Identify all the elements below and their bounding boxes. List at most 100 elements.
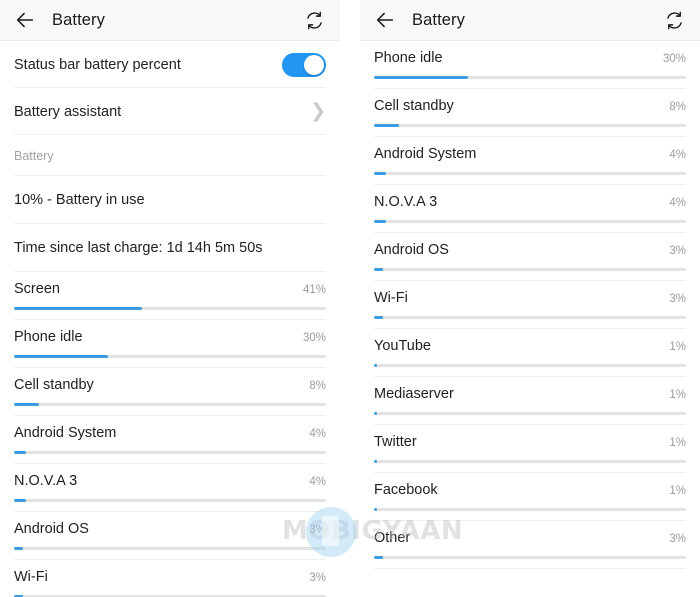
- left-usage-list: Screen 41% Phone idle 30% Cell standby 8% Andr…: [0, 272, 340, 597]
- usage-percent: 4%: [309, 476, 326, 488]
- right-app-bar: Battery: [360, 0, 700, 41]
- usage-row-header: Screen 41%: [14, 281, 326, 301]
- section-title: Battery: [14, 148, 54, 163]
- usage-progress-fill: [374, 364, 378, 367]
- usage-progress-fill: [14, 307, 142, 310]
- usage-row[interactable]: Cell standby 8%: [0, 368, 340, 416]
- usage-progress-track: [14, 403, 326, 406]
- usage-percent: 3%: [669, 533, 686, 545]
- back-arrow-icon[interactable]: [372, 7, 398, 33]
- battery-assistant-label: Battery assistant: [14, 103, 122, 120]
- usage-row[interactable]: Facebook 1%: [360, 473, 700, 521]
- usage-row-header: Android System 4%: [374, 146, 686, 166]
- right-usage-list: Phone idle 30% Cell standby 8% Android Syste…: [360, 41, 700, 569]
- usage-progress-fill: [374, 76, 468, 79]
- usage-progress-fill: [374, 460, 378, 463]
- usage-row[interactable]: Other 3%: [360, 521, 700, 569]
- battery-status-text: 10% - Battery in use: [14, 192, 145, 208]
- usage-percent: 1%: [669, 341, 686, 353]
- usage-percent: 4%: [669, 197, 686, 209]
- battery-section-header: Battery: [0, 135, 340, 176]
- usage-percent: 30%: [302, 332, 326, 344]
- usage-row-header: Phone idle 30%: [374, 50, 686, 70]
- usage-name: Phone idle: [14, 329, 83, 345]
- refresh-icon[interactable]: [662, 8, 686, 32]
- panel-gap: [340, 0, 360, 597]
- usage-percent: 3%: [309, 572, 326, 584]
- usage-row[interactable]: N.O.V.A 3 4%: [360, 185, 700, 233]
- usage-progress-track: [14, 451, 326, 454]
- usage-name: Cell standby: [14, 377, 94, 393]
- usage-row[interactable]: Android System 4%: [360, 137, 700, 185]
- usage-progress-track: [374, 268, 686, 271]
- page-title: Battery: [412, 10, 465, 29]
- usage-row[interactable]: Wi-Fi 3%: [0, 560, 340, 597]
- usage-row-header: N.O.V.A 3 4%: [374, 194, 686, 214]
- left-app-bar: Battery: [0, 0, 340, 41]
- chevron-right-icon: ❯: [310, 100, 326, 122]
- usage-percent: 4%: [669, 149, 686, 161]
- usage-percent: 3%: [309, 524, 326, 536]
- usage-progress-track: [14, 499, 326, 502]
- usage-row[interactable]: Android System 4%: [0, 416, 340, 464]
- usage-progress-fill: [374, 268, 384, 271]
- usage-row[interactable]: Phone idle 30%: [360, 41, 700, 89]
- usage-row-header: Cell standby 8%: [374, 98, 686, 118]
- usage-row-header: Android OS 3%: [374, 242, 686, 262]
- back-arrow-icon[interactable]: [12, 7, 38, 33]
- usage-row[interactable]: Android OS 3%: [360, 233, 700, 281]
- toggle-knob: [304, 54, 324, 75]
- usage-name: Wi-Fi: [14, 569, 48, 585]
- usage-progress-track: [14, 307, 326, 310]
- usage-progress-fill: [14, 451, 27, 454]
- usage-percent: 3%: [669, 293, 686, 305]
- usage-row[interactable]: Screen 41%: [0, 272, 340, 320]
- usage-progress-track: [374, 172, 686, 175]
- usage-percent: 1%: [669, 485, 686, 497]
- usage-row[interactable]: YouTube 1%: [360, 329, 700, 377]
- usage-row[interactable]: Mediaserver 1%: [360, 377, 700, 425]
- right-battery-screen: Battery Phone idle 30% Cell standby 8% Andro…: [360, 0, 700, 597]
- usage-progress-fill: [374, 556, 384, 559]
- usage-row-header: YouTube 1%: [374, 338, 686, 358]
- usage-row-header: Android OS 3%: [14, 521, 326, 541]
- usage-progress-track: [374, 124, 686, 127]
- usage-row[interactable]: Phone idle 30%: [0, 320, 340, 368]
- usage-percent: 1%: [669, 437, 686, 449]
- usage-name: N.O.V.A 3: [374, 194, 438, 210]
- usage-name: Android System: [374, 146, 477, 162]
- usage-name: Cell standby: [374, 98, 454, 114]
- usage-percent: 30%: [662, 53, 686, 65]
- status-bar-battery-percent-toggle[interactable]: [282, 52, 326, 77]
- usage-progress-fill: [14, 403, 39, 406]
- usage-percent: 8%: [309, 380, 326, 392]
- usage-progress-fill: [14, 355, 108, 358]
- usage-percent: 4%: [309, 428, 326, 440]
- usage-percent: 8%: [669, 101, 686, 113]
- usage-progress-track: [14, 355, 326, 358]
- usage-name: Phone idle: [374, 50, 443, 66]
- usage-row[interactable]: Wi-Fi 3%: [360, 281, 700, 329]
- usage-name: Other: [374, 530, 411, 546]
- status-bar-battery-percent-row[interactable]: Status bar battery percent: [0, 41, 340, 88]
- usage-progress-track: [374, 412, 686, 415]
- dual-screenshot-container: Battery Status bar battery percent Batte…: [0, 0, 700, 597]
- usage-progress-track: [374, 460, 686, 463]
- usage-name: Android OS: [14, 521, 89, 537]
- page-title: Battery: [52, 10, 105, 29]
- usage-row[interactable]: N.O.V.A 3 4%: [0, 464, 340, 512]
- usage-row-header: Phone idle 30%: [14, 329, 326, 349]
- refresh-icon[interactable]: [302, 8, 326, 32]
- usage-row[interactable]: Cell standby 8%: [360, 89, 700, 137]
- usage-row[interactable]: Android OS 3%: [0, 512, 340, 560]
- usage-progress-fill: [14, 499, 27, 502]
- usage-row[interactable]: Twitter 1%: [360, 425, 700, 473]
- battery-assistant-row[interactable]: Battery assistant ❯: [0, 88, 340, 135]
- usage-percent: 1%: [669, 389, 686, 401]
- usage-name: Twitter: [374, 434, 417, 450]
- usage-progress-fill: [374, 172, 387, 175]
- usage-row-header: Other 3%: [374, 530, 686, 550]
- usage-row-header: Android System 4%: [14, 425, 326, 445]
- usage-row-header: Mediaserver 1%: [374, 386, 686, 406]
- usage-row-header: Wi-Fi 3%: [374, 290, 686, 310]
